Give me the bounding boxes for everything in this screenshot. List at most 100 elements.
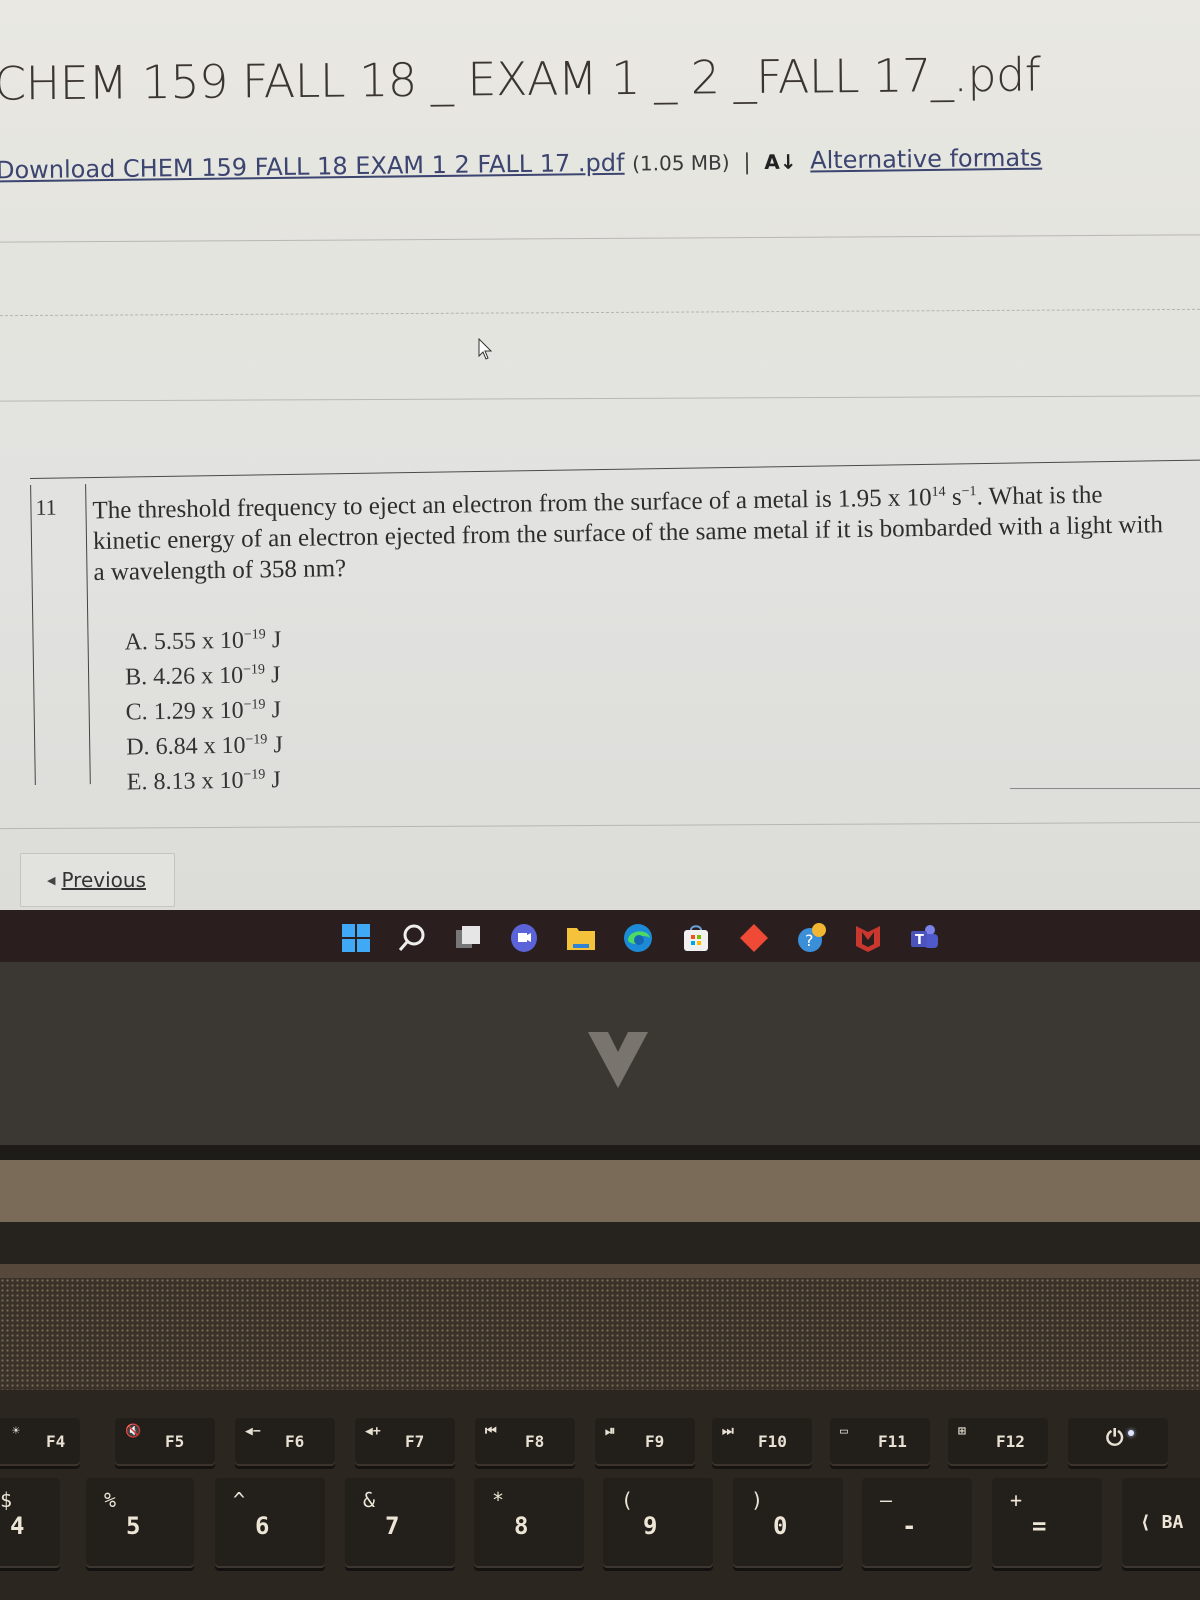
app-diamond-icon[interactable]	[738, 922, 770, 954]
key-0[interactable]: ) 0	[733, 1478, 843, 1568]
choice-value: 5.55 x 10	[153, 627, 245, 656]
hinge	[0, 1222, 1200, 1264]
key-label: F6	[285, 1432, 305, 1451]
exponent: −1	[961, 484, 977, 500]
choice-c: C. 1.29 x 10−19 J	[125, 690, 282, 727]
key-label: ⟨ BA	[1140, 1512, 1184, 1533]
meet-now-icon[interactable]	[508, 922, 540, 954]
svg-text:?: ?	[805, 931, 814, 950]
key-label: F12	[996, 1432, 1025, 1451]
hinge-strip	[0, 1160, 1200, 1222]
windows-start-icon[interactable]	[340, 922, 372, 954]
key-label: 4	[10, 1512, 25, 1540]
file-explorer-icon[interactable]	[565, 922, 597, 954]
keyboard-backlight-icon: ☀	[12, 1424, 20, 1439]
key-shift-label: +	[1010, 1488, 1023, 1512]
choice-letter: A.	[124, 629, 149, 656]
key-label: F9	[645, 1432, 665, 1451]
exponent: −19	[243, 627, 266, 643]
key-shift-label: —	[880, 1488, 893, 1512]
search-icon[interactable]	[396, 922, 428, 954]
mcafee-icon[interactable]	[852, 922, 884, 954]
microsoft-store-icon[interactable]	[680, 922, 712, 954]
power-led	[1128, 1430, 1134, 1436]
choice-letter: D.	[126, 734, 150, 761]
key-9[interactable]: ( 9	[603, 1478, 713, 1568]
key-shift-label: $	[0, 1488, 13, 1512]
key-f8[interactable]: ⏮ F8	[475, 1418, 575, 1466]
key-shift-label: *	[492, 1488, 505, 1512]
download-link[interactable]: Download CHEM 159 FALL 18 EXAM 1 2 FALL …	[0, 149, 625, 185]
key-label: 9	[643, 1512, 658, 1540]
edge-icon[interactable]	[622, 922, 654, 954]
exponent: 14	[931, 484, 946, 500]
previous-button[interactable]: ◀ Previous	[20, 853, 175, 907]
exponent: −19	[243, 697, 266, 713]
key-f6[interactable]: ◀− F6	[235, 1418, 335, 1466]
key-label: 7	[385, 1512, 400, 1540]
key-f4[interactable]: ☀ F4	[0, 1418, 80, 1466]
key-label: F4	[46, 1432, 66, 1451]
question-number: 11	[30, 484, 91, 785]
alternative-formats-link[interactable]: Alternative formats	[810, 144, 1042, 175]
key-f9[interactable]: ⏯ F9	[595, 1418, 695, 1466]
key-label: -	[902, 1512, 917, 1540]
next-track-icon: ⏭	[722, 1424, 734, 1439]
key-7[interactable]: & 7	[345, 1478, 455, 1568]
divider	[0, 234, 1200, 243]
key-shift-label: (	[621, 1488, 634, 1512]
volume-down-icon: ◀−	[245, 1424, 261, 1439]
key-label: 0	[773, 1512, 788, 1540]
key-shift-label: &	[363, 1488, 376, 1512]
choice-unit: J	[271, 627, 282, 654]
help-app-icon[interactable]: ?	[795, 922, 827, 954]
windows-lock-icon: ⊞	[958, 1424, 966, 1439]
speaker-grille	[0, 1278, 1200, 1390]
key-f10[interactable]: ⏭ F10	[712, 1418, 812, 1466]
divider	[0, 308, 1200, 317]
key-backspace[interactable]: ⟨ BA	[1122, 1478, 1200, 1568]
choice-letter: E.	[126, 769, 148, 796]
file-size: (1.05 MB)	[631, 150, 730, 176]
choice-value: 8.13 x 10	[153, 767, 244, 796]
previous-track-icon: ⏮	[485, 1424, 497, 1439]
choice-unit: J	[270, 662, 281, 689]
key-f5[interactable]: 🔇 F5	[115, 1418, 215, 1466]
choice-d: D. 6.84 x 10−19 J	[126, 725, 283, 762]
task-view-icon[interactable]	[452, 922, 484, 954]
key-f7[interactable]: ◀+ F7	[355, 1418, 455, 1466]
key-5[interactable]: % 5	[86, 1478, 194, 1568]
separator: |	[743, 150, 751, 176]
teams-icon[interactable]: T	[908, 922, 940, 954]
key-8[interactable]: * 8	[474, 1478, 584, 1568]
play-pause-icon: ⏯	[605, 1424, 616, 1439]
choice-b: B. 4.26 x 10−19 J	[125, 655, 282, 692]
choice-value: 6.84 x 10	[155, 732, 246, 761]
key-label: =	[1032, 1512, 1047, 1540]
taskbar: ? T	[0, 910, 1200, 962]
exponent: −19	[245, 732, 268, 748]
key-label: 5	[126, 1512, 141, 1540]
download-line: Download CHEM 159 FALL 18 EXAM 1 2 FALL …	[0, 144, 1042, 185]
key-6[interactable]: ^ 6	[215, 1478, 325, 1568]
key-power[interactable]: ⏻	[1068, 1418, 1168, 1466]
key-label: F5	[165, 1432, 185, 1451]
previous-label: Previous	[61, 868, 146, 892]
question-text: The threshold frequency to eject an elec…	[92, 473, 1163, 588]
key-4[interactable]: $ 4	[0, 1478, 60, 1568]
choice-unit: J	[271, 697, 282, 724]
choice-unit: J	[271, 767, 281, 794]
key-f11[interactable]: ▭ F11	[830, 1418, 930, 1466]
choice-letter: B.	[124, 664, 148, 691]
key-label: F11	[878, 1432, 907, 1451]
key-equals[interactable]: + =	[992, 1478, 1102, 1568]
question-block: 11 The threshold frequency to eject an e…	[30, 459, 1200, 798]
key-f12[interactable]: ⊞ F12	[948, 1418, 1048, 1466]
mute-icon: 🔇	[125, 1424, 142, 1439]
answer-choices: A. 5.55 x 10−19 J B. 4.26 x 10−19 J C. 1…	[124, 620, 283, 797]
choice-a: A. 5.55 x 10−19 J	[124, 620, 281, 657]
question-text-part: s	[945, 483, 962, 511]
touchpad-icon: ▭	[840, 1424, 848, 1439]
key-minus[interactable]: — -	[862, 1478, 972, 1568]
mouse-cursor-icon	[478, 338, 493, 360]
